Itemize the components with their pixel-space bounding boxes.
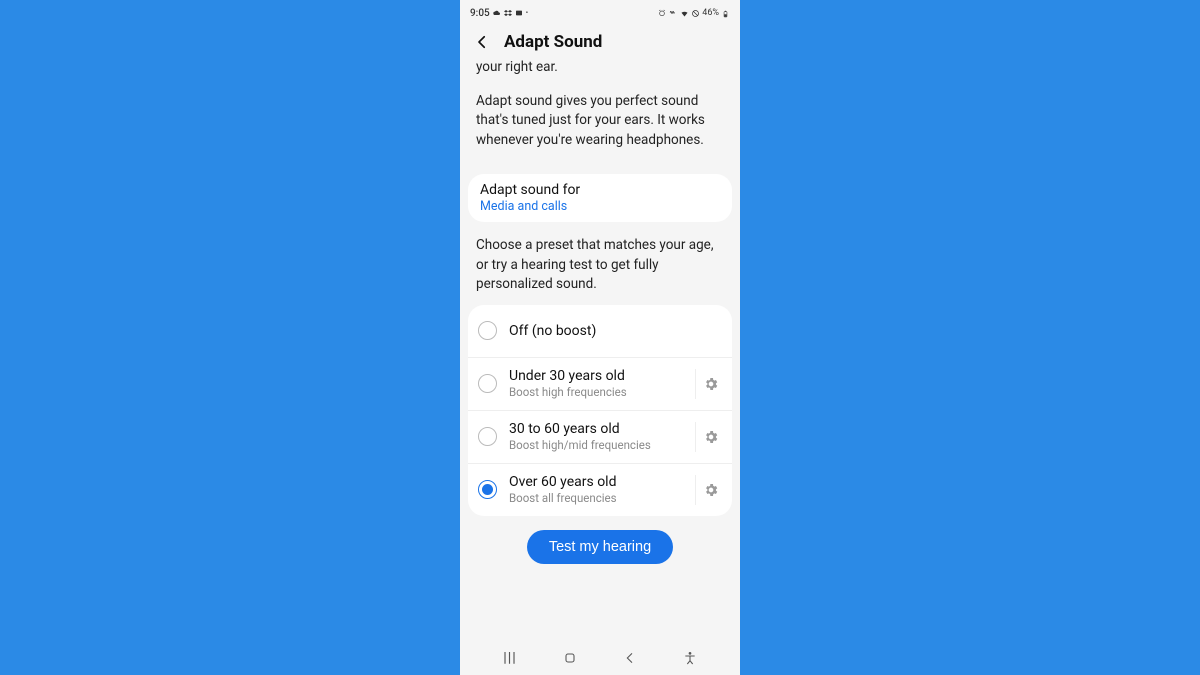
alarm-icon xyxy=(658,9,666,17)
accessibility-icon xyxy=(682,650,698,666)
preset-settings-button[interactable] xyxy=(695,422,726,452)
radio-icon[interactable] xyxy=(478,427,497,446)
preset-30-60[interactable]: 30 to 60 years old Boost high/mid freque… xyxy=(468,410,732,463)
recents-icon: ||| xyxy=(503,650,517,666)
home-icon xyxy=(562,650,578,666)
preset-label: 30 to 60 years old xyxy=(509,421,691,437)
preset-label: Over 60 years old xyxy=(509,474,691,490)
test-my-hearing-button[interactable]: Test my hearing xyxy=(527,530,673,564)
intro-paragraph: Adapt sound gives you perfect sound that… xyxy=(476,92,724,151)
preset-under-30[interactable]: Under 30 years old Boost high frequencie… xyxy=(468,357,732,410)
intro-text: your right ear. Adapt sound gives you pe… xyxy=(460,56,740,174)
status-right: 46% xyxy=(658,8,730,18)
preset-label: Under 30 years old xyxy=(509,368,691,384)
nav-recents-button[interactable]: ||| xyxy=(496,648,524,668)
intro-partial: your right ear. xyxy=(476,58,724,78)
scroll-content[interactable]: your right ear. Adapt sound gives you pe… xyxy=(460,56,740,641)
preset-sublabel: Boost high frequencies xyxy=(509,385,691,399)
status-time: 9:05 xyxy=(470,8,490,19)
image-icon xyxy=(515,9,523,17)
android-navbar: ||| xyxy=(460,641,740,675)
status-left: 9:05 • xyxy=(470,8,528,19)
setting-value: Media and calls xyxy=(480,199,720,214)
status-bar: 9:05 • 46% xyxy=(460,0,740,24)
dropbox-icon xyxy=(504,9,512,17)
radio-icon[interactable] xyxy=(478,374,497,393)
wifi-icon xyxy=(680,9,688,17)
choose-preset-text: Choose a preset that matches your age, o… xyxy=(460,232,740,305)
preset-sublabel: Boost high/mid frequencies xyxy=(509,438,691,452)
nav-back-button[interactable] xyxy=(616,648,644,668)
preset-sublabel: Boost all frequencies xyxy=(509,491,691,505)
preset-off[interactable]: Off (no boost) xyxy=(468,305,732,357)
preset-over-60[interactable]: Over 60 years old Boost all frequencies xyxy=(468,463,732,516)
preset-radio-group: Off (no boost) Under 30 years old Boost … xyxy=(468,305,732,516)
page-header: Adapt Sound xyxy=(460,24,740,56)
radio-icon[interactable] xyxy=(478,321,497,340)
preset-settings-button[interactable] xyxy=(695,369,726,399)
battery-icon xyxy=(722,9,730,17)
cta-wrap: Test my hearing xyxy=(460,528,740,570)
setting-title: Adapt sound for xyxy=(480,182,720,198)
dot-icon: • xyxy=(526,10,528,17)
chevron-left-icon xyxy=(622,650,638,666)
radio-icon[interactable] xyxy=(478,480,497,499)
back-button[interactable] xyxy=(472,32,492,52)
preset-settings-button[interactable] xyxy=(695,475,726,505)
phone-frame: 9:05 • 46% Adapt Sound xyxy=(460,0,740,675)
no-data-icon xyxy=(691,9,699,17)
vibrate-icon xyxy=(669,9,677,17)
preset-label: Off (no boost) xyxy=(509,323,726,339)
battery-percent: 46% xyxy=(702,8,719,18)
cloud-icon xyxy=(493,9,501,17)
adapt-sound-for-row[interactable]: Adapt sound for Media and calls xyxy=(468,174,732,222)
page-title: Adapt Sound xyxy=(504,32,602,52)
stage: 9:05 • 46% Adapt Sound xyxy=(0,0,1200,675)
nav-home-button[interactable] xyxy=(556,648,584,668)
nav-accessibility-button[interactable] xyxy=(676,648,704,668)
